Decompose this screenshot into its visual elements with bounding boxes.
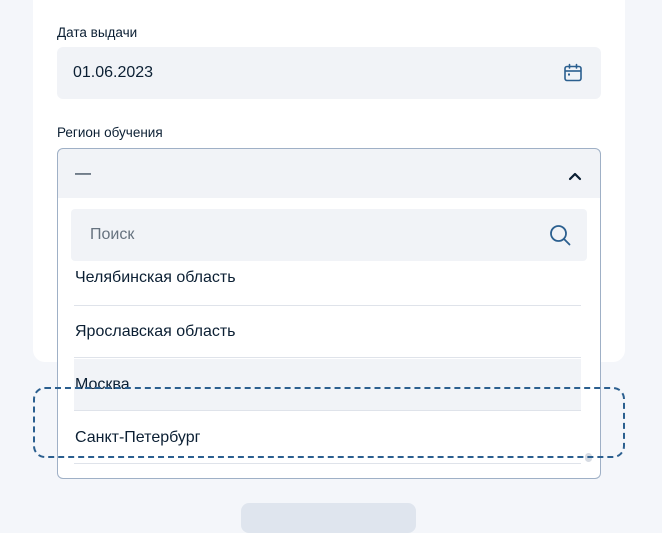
search-icon[interactable] xyxy=(549,224,571,246)
region-select[interactable]: — xyxy=(57,148,601,199)
calendar-icon[interactable] xyxy=(563,63,583,83)
list-item[interactable]: Челябинская область xyxy=(74,251,581,306)
chevron-up-icon[interactable] xyxy=(568,168,582,181)
search-input[interactable] xyxy=(88,225,512,245)
region-label: Регион обучения xyxy=(57,125,163,140)
submit-button[interactable] xyxy=(241,503,416,533)
region-select-value: — xyxy=(75,164,91,182)
list-item[interactable]: Ярославская область xyxy=(74,306,581,358)
issue-date-value: 01.06.2023 xyxy=(73,64,154,81)
upload-dropzone[interactable] xyxy=(33,387,625,458)
issue-date-field[interactable]: 01.06.2023 xyxy=(57,47,601,99)
issue-date-label: Дата выдачи xyxy=(57,25,138,40)
